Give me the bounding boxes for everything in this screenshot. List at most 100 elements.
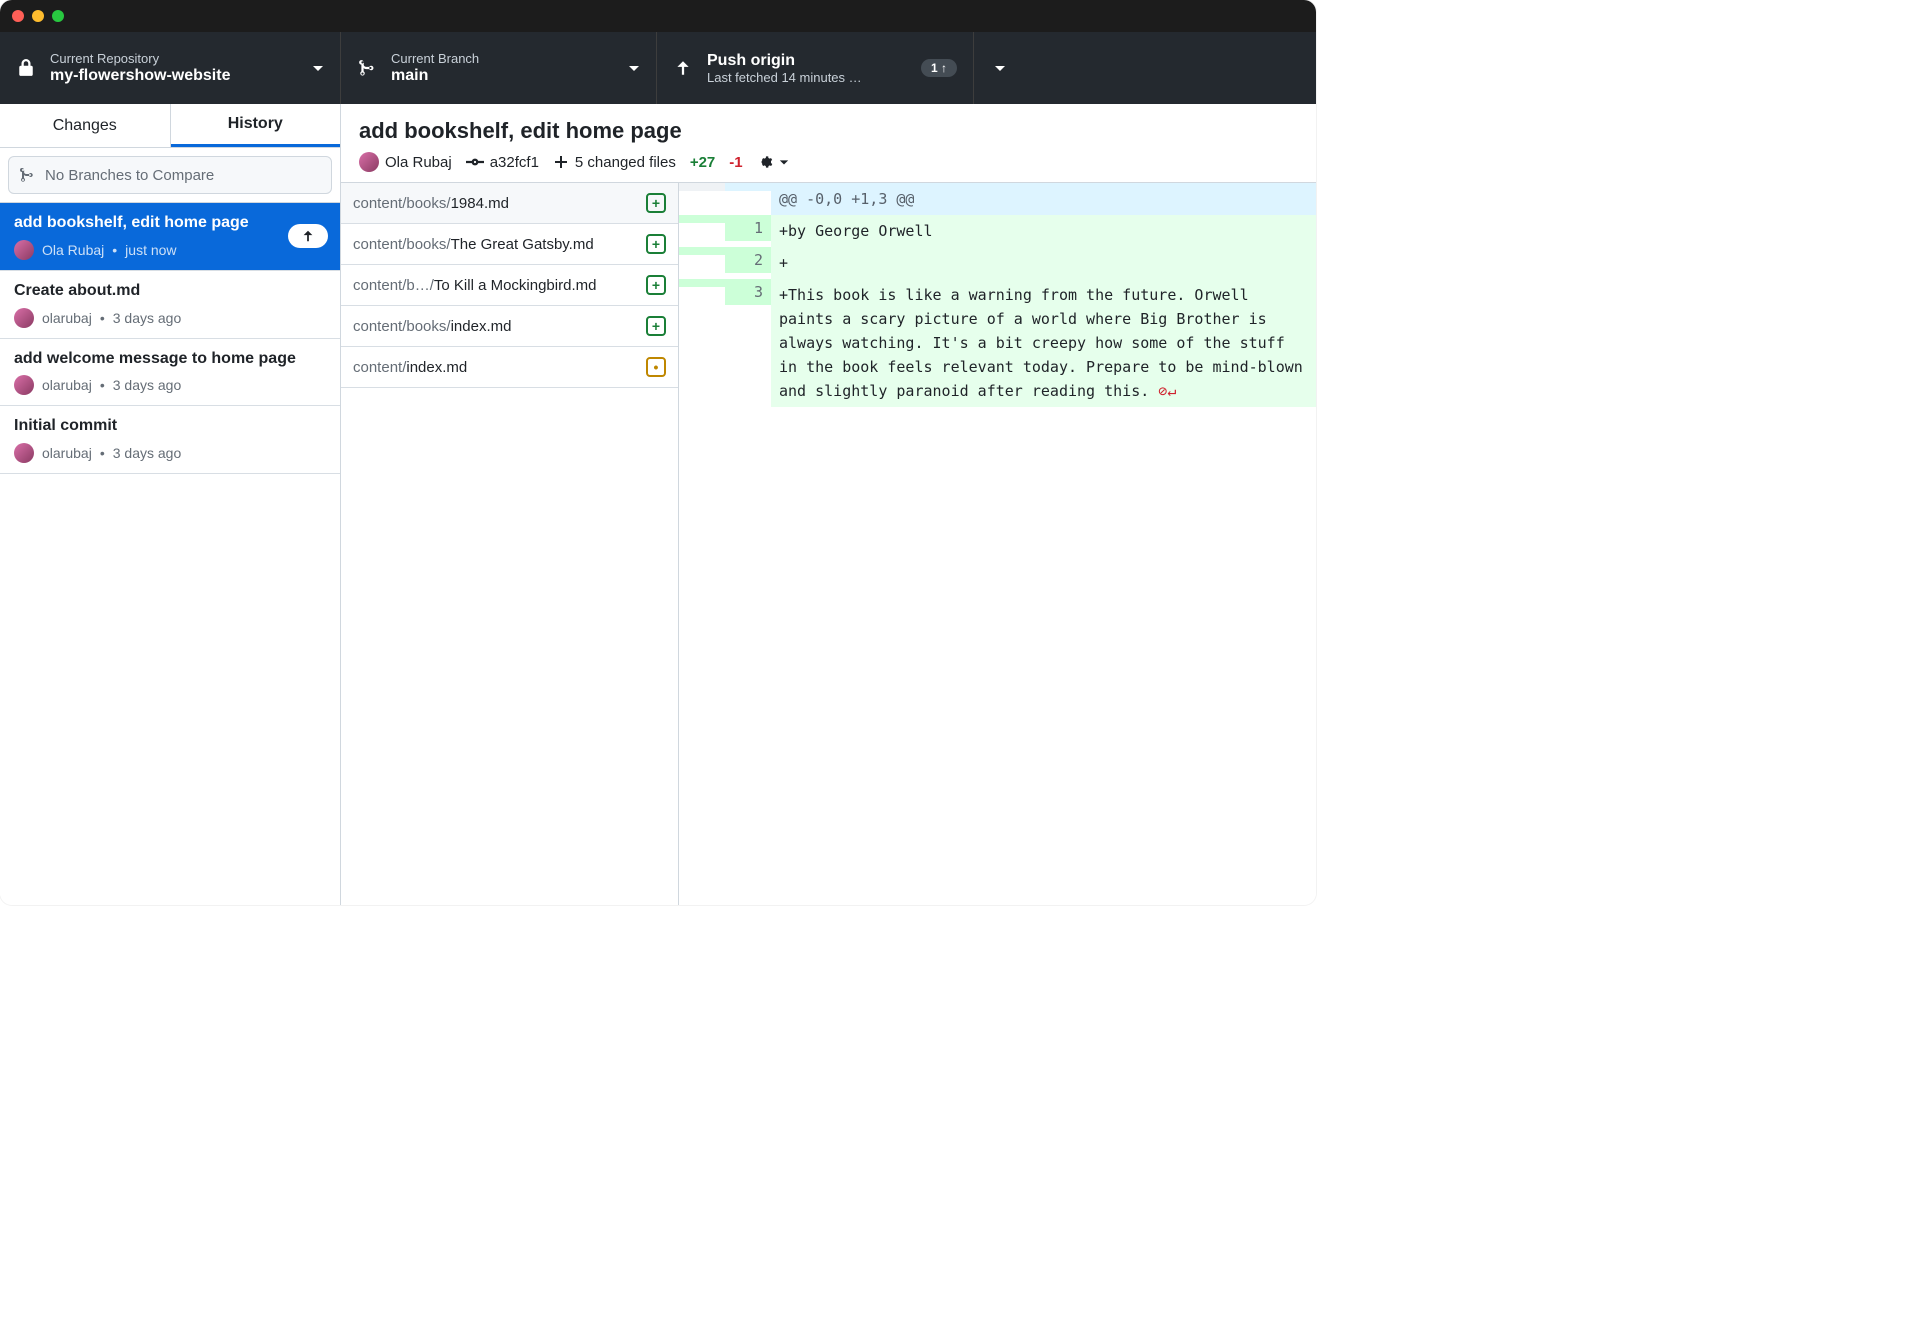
file-name: index.md (451, 318, 512, 335)
separator: • (100, 310, 105, 326)
diff-view: @@ -0,0 +1,3 @@1+by George Orwell2+3+Thi… (679, 183, 1316, 905)
repo-dropdown[interactable]: Current Repository my-flowershow-website (0, 32, 341, 104)
commit-item-meta: olarubaj • 3 days ago (14, 375, 326, 395)
push-indicator[interactable] (288, 224, 328, 248)
file-row[interactable]: content/books/1984.md+ (341, 183, 678, 224)
branch-name: main (391, 66, 620, 85)
window-zoom-button[interactable] (52, 10, 64, 22)
chevron-down-icon (304, 62, 324, 74)
file-dir: content/ (353, 359, 406, 376)
commit-detail-meta: Ola Rubaj a32fcf1 5 changed files (359, 152, 1298, 172)
no-newline-icon: ⊘ (1149, 382, 1167, 400)
avatar (14, 308, 34, 328)
commit-author-name: Ola Rubaj (385, 154, 452, 171)
branch-dropdown[interactable]: Current Branch main (341, 32, 657, 104)
file-modified-icon: • (646, 357, 666, 377)
separator: • (100, 445, 105, 461)
diff-options-button[interactable] (757, 153, 789, 171)
commit-header: add bookshelf, edit home page Ola Rubaj … (341, 104, 1316, 183)
file-dir: content/books/ (353, 318, 451, 335)
branch-compare-select[interactable]: No Branches to Compare (8, 156, 332, 194)
commit-item-meta: Ola Rubaj•just now (14, 240, 326, 260)
commit-item-meta: olarubaj • 3 days ago (14, 308, 326, 328)
push-count-badge: 1 ↑ (921, 59, 957, 77)
gear-icon (757, 153, 775, 171)
diff-linenum: 3 (725, 279, 771, 305)
commit-item-title: add bookshelf, edit home page (14, 213, 326, 234)
commit-sha[interactable]: a32fcf1 (466, 153, 539, 171)
git-commit-icon (466, 153, 484, 171)
separator: • (100, 377, 105, 393)
sidebar-tabs: Changes History (0, 104, 340, 148)
chevron-down-icon (994, 62, 1006, 74)
git-branch-icon (357, 59, 377, 77)
commit-item-time: 3 days ago (113, 377, 182, 393)
diff-gutter (679, 183, 725, 191)
window-minimize-button[interactable] (32, 10, 44, 22)
chevron-down-icon (620, 62, 640, 74)
tab-changes[interactable]: Changes (0, 104, 171, 147)
compare-row: No Branches to Compare (0, 148, 340, 203)
file-dir: content/books/ (353, 236, 451, 253)
diff-line-added: 3+This book is like a warning from the f… (679, 279, 1316, 407)
file-row[interactable]: content/books/index.md + (341, 306, 678, 347)
commit-item-time: just now (125, 242, 176, 258)
diff-line-added: 1+by George Orwell (679, 215, 1316, 247)
repo-name: my-flowershow-website (50, 66, 304, 85)
newline-icon: ↵ (1167, 382, 1176, 400)
file-name: To Kill a Mockingbird.md (434, 277, 597, 294)
changed-files[interactable]: 5 changed files (553, 154, 676, 171)
diff-hunk-header: @@ -0,0 +1,3 @@ (679, 183, 1316, 215)
chevron-down-icon (779, 157, 789, 167)
commit-item-author: olarubaj (42, 445, 92, 461)
file-path: content/books/The Great Gatsby.md (353, 236, 638, 253)
commit-detail-panel: add bookshelf, edit home page Ola Rubaj … (341, 104, 1316, 905)
file-added-icon: + (646, 234, 666, 254)
file-row[interactable]: content/b…/To Kill a Mockingbird.md+ (341, 265, 678, 306)
file-added-icon: + (646, 316, 666, 336)
commit-list: add bookshelf, edit home pageOla Rubaj•j… (0, 203, 340, 905)
diff-gutter (725, 183, 771, 191)
commit-detail-title: add bookshelf, edit home page (359, 118, 1298, 144)
titlebar (0, 0, 1316, 32)
commit-item[interactable]: add welcome message to home page olarubaj… (0, 339, 340, 407)
commit-item[interactable]: add bookshelf, edit home page Ola Rubaj•j… (0, 203, 340, 271)
commit-item-author: Ola Rubaj (42, 242, 104, 258)
diff-linenum: 2 (725, 247, 771, 273)
file-name: The Great Gatsby.md (451, 236, 594, 253)
deletions-count: -1 (729, 154, 742, 171)
repo-label: Current Repository (50, 51, 304, 67)
toolbar: Current Repository my-flowershow-website… (0, 32, 1316, 104)
commit-item-author: olarubaj (42, 377, 92, 393)
tab-history[interactable]: History (171, 104, 341, 147)
file-row[interactable]: content/books/The Great Gatsby.md + (341, 224, 678, 265)
file-dir: content/books/ (353, 195, 451, 212)
git-branch-icon (19, 167, 35, 183)
body: Changes History No Branches to Compare a… (0, 104, 1316, 905)
commit-item-author: olarubaj (42, 310, 92, 326)
file-name: 1984.md (451, 195, 509, 212)
commit-author: Ola Rubaj (359, 152, 452, 172)
commit-item[interactable]: Create about.md olarubaj • 3 days ago (0, 271, 340, 339)
avatar (359, 152, 379, 172)
additions-count: +27 (690, 154, 715, 171)
file-added-icon: + (646, 275, 666, 295)
diff-linenum: 1 (725, 215, 771, 241)
lock-icon (16, 59, 36, 77)
diff-code: + (771, 247, 1316, 279)
file-row[interactable]: content/index.md • (341, 347, 678, 388)
push-button[interactable]: Push origin Last fetched 14 minutes … 1 … (657, 32, 974, 104)
commit-item-title: add welcome message to home page (14, 349, 326, 370)
commit-item-title: Create about.md (14, 281, 326, 302)
commit-item-time: 3 days ago (113, 310, 182, 326)
commit-item[interactable]: Initial commitolarubaj•3 days ago (0, 406, 340, 474)
diff-gutter (679, 215, 725, 223)
branch-label: Current Branch (391, 51, 620, 67)
push-menu-button[interactable] (974, 32, 1026, 104)
file-path: content/index.md (353, 359, 638, 376)
file-list: content/books/1984.md+content/books/The … (341, 183, 679, 905)
diff-gutter (679, 247, 725, 255)
diff-code: +This book is like a warning from the fu… (771, 279, 1316, 407)
window-close-button[interactable] (12, 10, 24, 22)
arrow-up-icon (673, 59, 693, 77)
